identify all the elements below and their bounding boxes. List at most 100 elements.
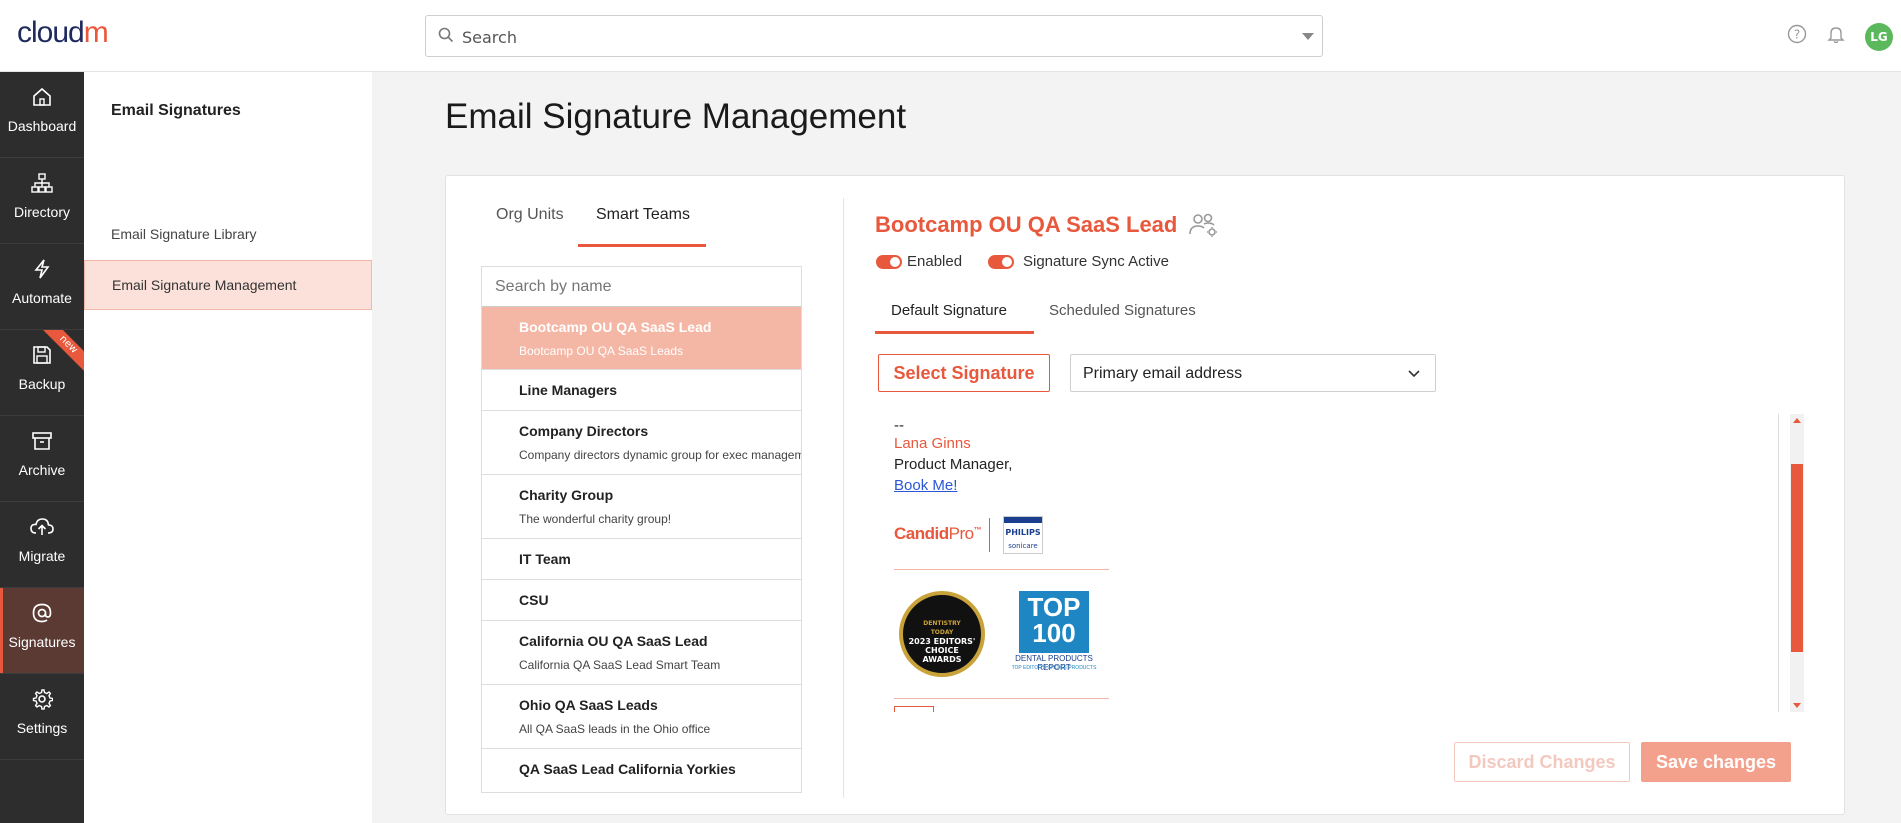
signature-separator: -- <box>894 417 904 434</box>
award-subcaption: TOP EDITOR'S CHOICE PRODUCTS <box>1011 665 1097 671</box>
list-item-name: Ohio QA SaaS Leads <box>519 697 658 713</box>
nav-backup[interactable]: new Backup <box>0 330 84 416</box>
list-item[interactable]: Line Managers <box>482 370 801 411</box>
signature-footer-box <box>894 706 934 712</box>
email-address-select[interactable]: Primary email address <box>1070 354 1436 392</box>
tab-scheduled-signatures[interactable]: Scheduled Signatures <box>1049 302 1196 319</box>
org-chart-icon <box>31 173 53 193</box>
list-item-name: Bootcamp OU QA SaaS Lead <box>519 319 712 335</box>
tab-org-units[interactable]: Org Units <box>496 206 564 236</box>
team-search-input[interactable] <box>482 267 801 306</box>
at-sign-icon <box>32 603 52 623</box>
scroll-down-icon[interactable] <box>1793 703 1801 708</box>
signature-name: Lana Ginns <box>894 435 971 452</box>
home-icon <box>33 87 51 106</box>
secondary-nav: Email Signatures Email Signature Library… <box>84 72 372 823</box>
user-group-settings-icon[interactable] <box>1189 212 1219 242</box>
nav-directory[interactable]: Directory <box>0 158 84 244</box>
list-item-name: Company Directors <box>519 423 649 439</box>
scrollbar-thumb[interactable] <box>1791 464 1803 652</box>
list-item[interactable]: Bootcamp OU QA SaaS Lead Bootcamp OU QA … <box>482 307 801 370</box>
chevron-down-icon <box>1407 365 1421 384</box>
list-item[interactable]: IT Team <box>482 539 801 580</box>
signature-scrollbar[interactable] <box>1790 414 1804 712</box>
nav-label: Migrate <box>18 548 66 564</box>
active-tab-indicator <box>578 244 706 247</box>
philips-sonicare-logo: PHILIPS sonicare <box>1003 516 1043 554</box>
subnav-title: Email Signatures <box>111 102 241 119</box>
editors-choice-award-badge: DENTISTRY TODAY 2023 EDITORS' CHOICE AWA… <box>899 591 985 677</box>
nav-label: Archive <box>18 462 66 478</box>
signature-booking-link[interactable]: Book Me! <box>894 477 957 494</box>
panel-divider <box>843 198 844 798</box>
cloudm-logo[interactable]: cloudm <box>17 16 109 50</box>
list-item-description: All QA SaaS leads in the Ohio office <box>519 722 711 736</box>
signature-management-card: Org Units Smart Teams Bootcamp OU QA Saa… <box>445 175 1845 815</box>
tab-default-signature[interactable]: Default Signature <box>891 302 1007 319</box>
nav-automate[interactable]: Automate <box>0 244 84 330</box>
bell-icon[interactable] <box>1826 24 1846 48</box>
sync-label: Signature Sync Active <box>1023 253 1169 270</box>
list-item[interactable]: Charity Group The wonderful charity grou… <box>482 475 801 539</box>
list-item-description: Bootcamp OU QA SaaS Leads <box>519 344 684 358</box>
selected-team-title: Bootcamp OU QA SaaS Lead <box>875 212 1178 237</box>
sync-toggle[interactable] <box>988 255 1014 269</box>
signature-divider <box>894 569 1109 570</box>
enabled-toggle[interactable] <box>876 255 902 269</box>
discard-changes-button[interactable]: Discard Changes <box>1454 742 1630 782</box>
nav-signatures[interactable]: Signatures <box>0 588 84 674</box>
save-changes-button[interactable]: Save changes <box>1641 742 1791 782</box>
list-item[interactable]: California OU QA SaaS Lead California QA… <box>482 621 801 685</box>
nav-label: Backup <box>18 376 66 392</box>
candidpro-logo: CandidPro™ <box>894 524 982 543</box>
list-item-name: CSU <box>519 592 549 608</box>
logo-divider <box>989 518 990 552</box>
nav-archive[interactable]: Archive <box>0 416 84 502</box>
list-item-description: California QA SaaS Lead Smart Team <box>519 658 721 672</box>
list-item[interactable]: CSU <box>482 580 801 621</box>
select-value: Primary email address <box>1083 365 1243 382</box>
list-item-name: IT Team <box>519 551 571 567</box>
top-100-award-badge: TOP 100 <box>1019 591 1089 653</box>
top-bar: cloudm Search ? LG <box>0 0 1901 72</box>
help-icon[interactable]: ? <box>1787 24 1807 48</box>
list-item[interactable]: Company Directors Company directors dyna… <box>482 411 802 475</box>
search-icon <box>438 27 454 47</box>
list-item-name: Charity Group <box>519 487 614 503</box>
nav-settings[interactable]: Settings <box>0 674 84 760</box>
global-search[interactable]: Search <box>425 15 1323 57</box>
nav-label: Signatures <box>8 634 76 650</box>
team-list: Bootcamp OU QA SaaS Lead Bootcamp OU QA … <box>481 266 802 793</box>
list-item-description: The wonderful charity group! <box>519 512 672 526</box>
nav-dashboard[interactable]: Dashboard <box>0 72 84 158</box>
select-signature-button[interactable]: Select Signature <box>878 354 1050 392</box>
caret-down-icon[interactable] <box>1302 33 1314 40</box>
nav-label: Dashboard <box>7 118 77 134</box>
list-item-name: Line Managers <box>519 382 618 398</box>
scroll-up-icon[interactable] <box>1793 418 1801 423</box>
list-item-name: QA SaaS Lead California Yorkies <box>519 761 736 777</box>
nav-label: Directory <box>13 204 70 220</box>
lightning-icon <box>34 259 50 279</box>
list-item[interactable]: Ohio QA SaaS Leads All QA SaaS leads in … <box>482 685 801 749</box>
nav-label: Settings <box>16 720 68 736</box>
list-item[interactable]: QA SaaS Lead California Yorkies <box>482 749 801 792</box>
signature-preview-body: -- Lana Ginns Product Manager, Book Me! … <box>879 414 1779 712</box>
enabled-label: Enabled <box>907 253 963 270</box>
search-placeholder: Search <box>462 28 517 47</box>
nav-migrate[interactable]: Migrate <box>0 502 84 588</box>
subnav-item-library[interactable]: Email Signature Library <box>84 210 372 260</box>
signature-role: Product Manager, <box>894 456 1013 473</box>
gear-icon <box>32 689 54 710</box>
list-item-description: Company directors dynamic group for exec… <box>519 448 802 462</box>
cloud-upload-icon <box>30 518 54 535</box>
primary-nav: Dashboard Directory Automate new Backup … <box>0 72 84 823</box>
page-title: Email Signature Management <box>445 97 907 136</box>
active-tab-indicator <box>875 331 1034 334</box>
tab-smart-teams[interactable]: Smart Teams <box>596 206 690 236</box>
floppy-disk-icon <box>33 346 51 364</box>
user-avatar[interactable]: LG <box>1865 23 1893 51</box>
team-search-field[interactable] <box>482 267 801 307</box>
subnav-item-management[interactable]: Email Signature Management <box>84 260 372 310</box>
archive-box-icon <box>32 432 52 450</box>
